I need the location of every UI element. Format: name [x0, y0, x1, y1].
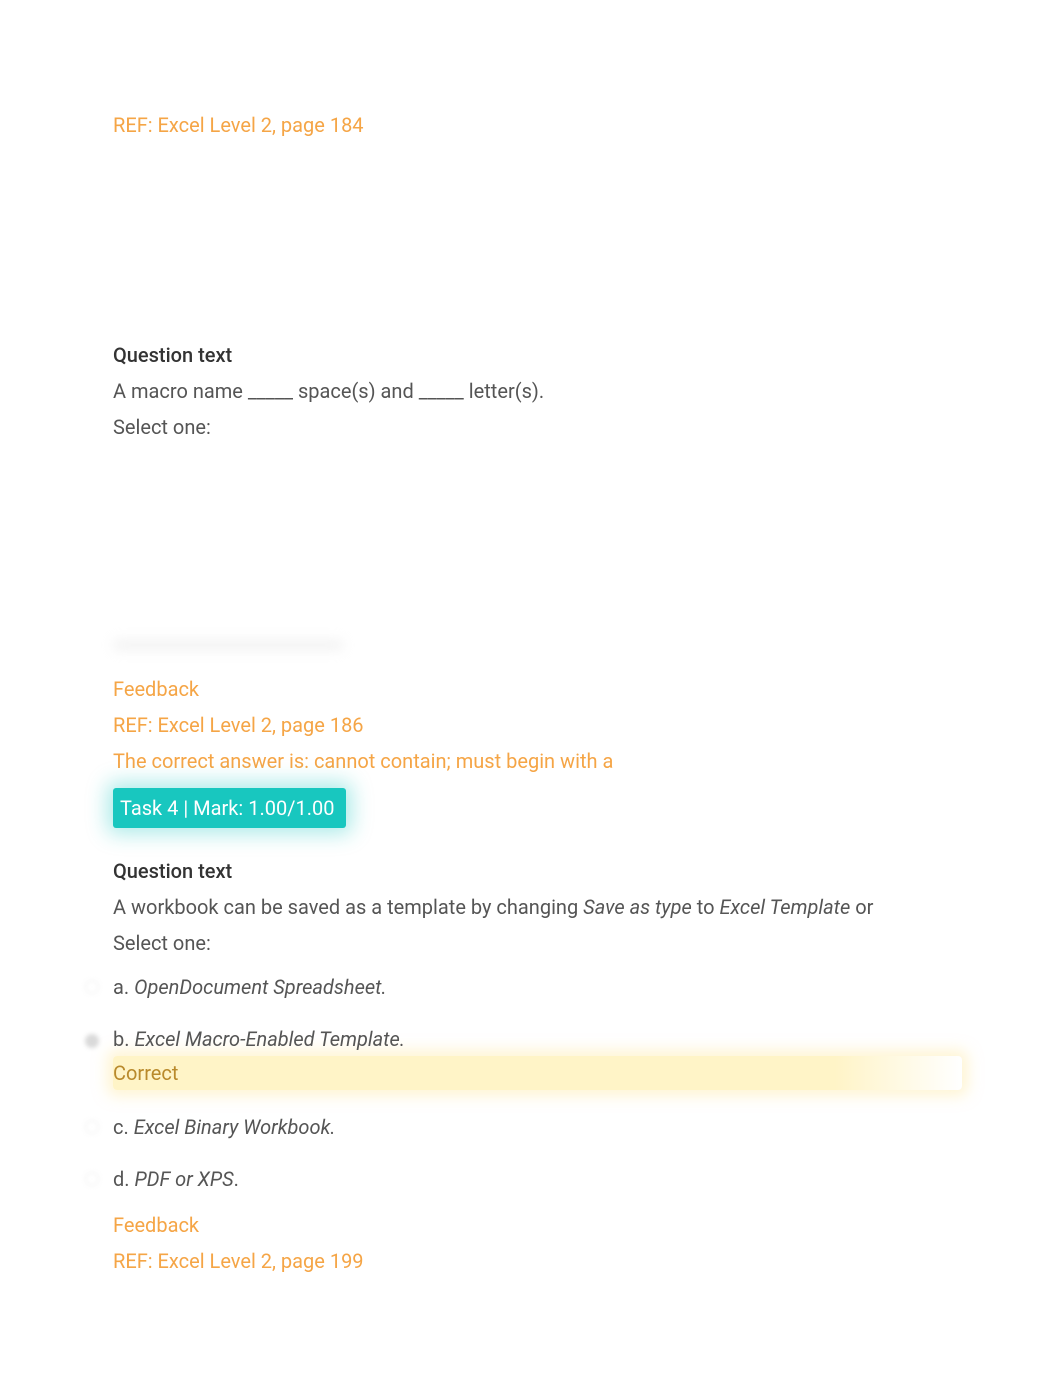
- option-letter: b.: [113, 1027, 130, 1051]
- options-list: a. OpenDocument Spreadsheet. b. Excel Ma…: [113, 972, 962, 1194]
- option-letter: d.: [113, 1167, 130, 1191]
- question-prompt: A macro name _____ space(s) and _____ le…: [113, 376, 962, 406]
- question-block-4: Question text A workbook can be saved as…: [113, 856, 962, 1276]
- feedback-ref: REF: Excel Level 2, page 199: [113, 1246, 962, 1276]
- feedback-block-4: Feedback REF: Excel Level 2, page 199: [113, 1210, 962, 1276]
- spacer: [113, 140, 962, 340]
- page-content: REF: Excel Level 2, page 184 Question te…: [0, 0, 1062, 1276]
- option-text-italic: Excel Macro-Enabled Template.: [134, 1027, 404, 1051]
- question-block-3: Question text A macro name _____ space(s…: [113, 340, 962, 442]
- prompt-em: Save as type: [583, 895, 692, 919]
- option-b[interactable]: b. Excel Macro-Enabled Template. Correct: [113, 1024, 962, 1090]
- blurred-content: [113, 640, 962, 658]
- option-text-italic: PDF or XPS: [135, 1167, 234, 1191]
- option-c[interactable]: c. Excel Binary Workbook.: [113, 1112, 962, 1142]
- radio-icon[interactable]: [85, 1164, 99, 1194]
- prompt-em: Excel Template: [719, 895, 850, 919]
- feedback-answer: The correct answer is: cannot contain; m…: [113, 746, 962, 776]
- feedback-ref: REF: Excel Level 2, page 186: [113, 710, 962, 740]
- option-text-italic: OpenDocument Spreadsheet.: [134, 975, 386, 999]
- option-letter: a.: [113, 975, 129, 999]
- question-heading: Question text: [113, 856, 962, 886]
- option-letter: c.: [113, 1115, 129, 1139]
- question-prompt: A workbook can be saved as a template by…: [113, 892, 962, 922]
- spacer: [113, 442, 962, 642]
- radio-icon[interactable]: [85, 1112, 99, 1142]
- feedback-label: Feedback: [113, 674, 962, 704]
- prompt-text: A workbook can be saved as a template by…: [113, 895, 583, 919]
- question-heading: Question text: [113, 340, 962, 370]
- select-one-label: Select one:: [113, 412, 962, 442]
- correct-badge: Correct: [113, 1056, 962, 1090]
- prev-question-ref: REF: Excel Level 2, page 184: [113, 110, 962, 140]
- feedback-block-3: Feedback REF: Excel Level 2, page 186 Th…: [113, 674, 962, 828]
- radio-icon[interactable]: [85, 1026, 99, 1056]
- prompt-text: or: [850, 895, 873, 919]
- option-tail: .: [234, 1167, 239, 1191]
- task-mark-badge: Task 4 | Mark: 1.00/1.00: [113, 788, 346, 828]
- option-d[interactable]: d. PDF or XPS.: [113, 1164, 962, 1194]
- feedback-label: Feedback: [113, 1210, 962, 1240]
- option-a[interactable]: a. OpenDocument Spreadsheet.: [113, 972, 962, 1002]
- option-text-italic: Excel Binary Workbook.: [134, 1115, 336, 1139]
- spacer: [113, 0, 962, 110]
- select-one-label: Select one:: [113, 928, 962, 958]
- prompt-text: to: [692, 895, 720, 919]
- radio-icon[interactable]: [85, 972, 99, 1002]
